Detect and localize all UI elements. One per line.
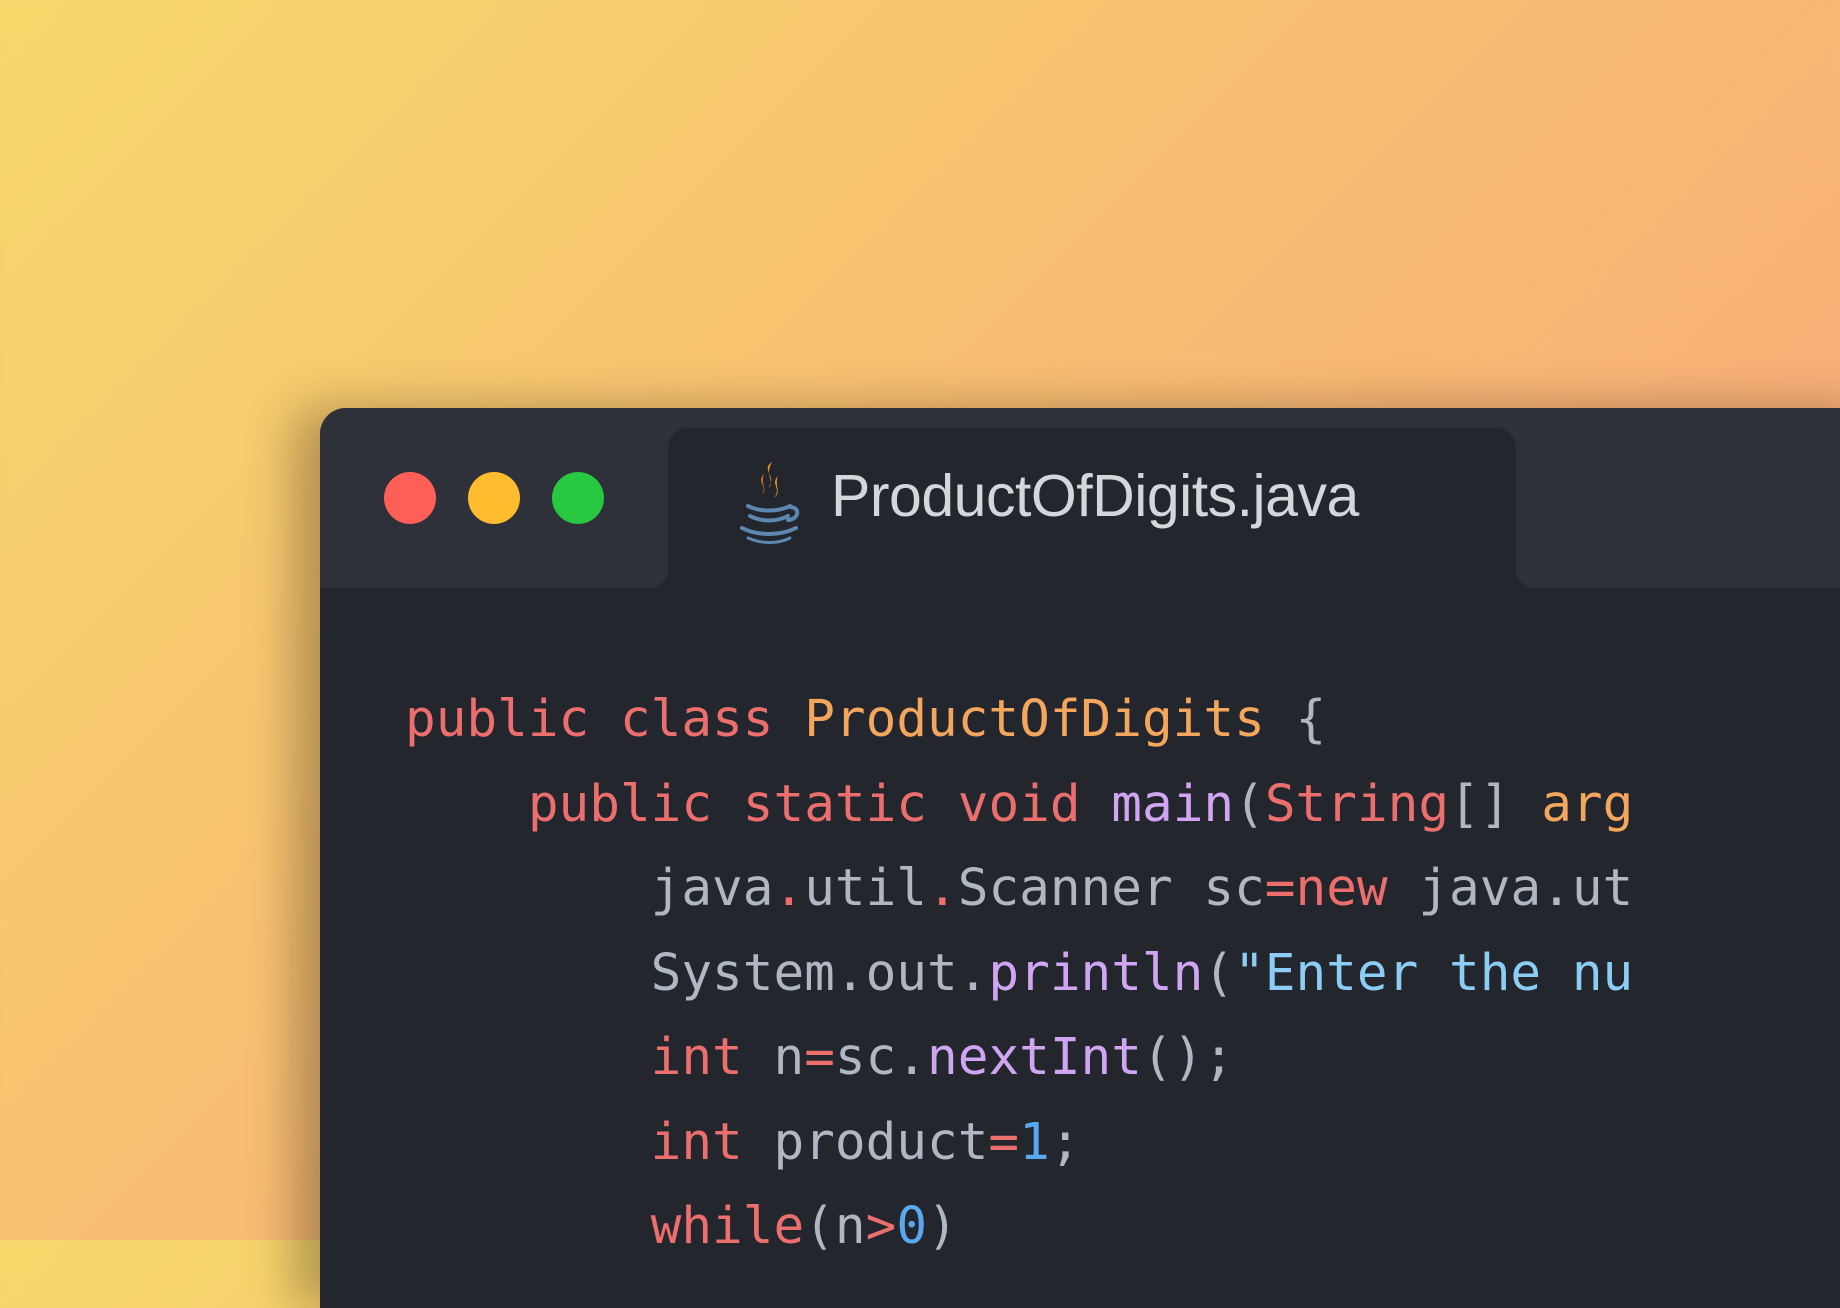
- code-token-keyword: void: [957, 774, 1081, 834]
- code-token-plain: n: [742, 1028, 805, 1087]
- code-token-keyword: int: [650, 1112, 743, 1172]
- code-token-operator: =: [988, 1112, 1020, 1172]
- code-token-keyword: public: [527, 774, 713, 834]
- code-line: int product=1;: [405, 1101, 1633, 1186]
- code-line: public static void main(String[] arg: [405, 763, 1633, 848]
- close-window-button[interactable]: [384, 472, 436, 524]
- minimize-window-button[interactable]: [468, 472, 520, 524]
- code-token-method: println: [988, 943, 1204, 1003]
- code-token-class: ProductOfDigits: [804, 690, 1265, 749]
- code-line: public class ProductOfDigits {: [405, 678, 1633, 763]
- code-token-keyword: int: [650, 1028, 743, 1087]
- code-token-plain: []: [1449, 774, 1542, 834]
- code-token-operator: .: [927, 859, 958, 918]
- code-token-operator: =: [804, 1028, 835, 1087]
- code-token-class: arg: [1541, 774, 1634, 834]
- code-token-plain: java.ut: [1387, 859, 1634, 918]
- file-tab[interactable]: ProductOfDigits.java: [648, 428, 1536, 588]
- java-coffee-cup-icon: [734, 460, 800, 546]
- maximize-window-button[interactable]: [552, 472, 604, 524]
- code-token-plain: {: [1264, 690, 1327, 749]
- code-line: java.util.Scanner sc=new java.ut: [405, 847, 1634, 932]
- code-token-operator: =: [1264, 859, 1296, 918]
- code-token-plain: (: [1234, 774, 1265, 834]
- code-token-keyword: new: [1295, 859, 1388, 918]
- code-token-string: "Enter the nu: [1234, 943, 1634, 1003]
- file-tab-title: ProductOfDigits.java: [831, 463, 1359, 529]
- code-token-keyword: static: [742, 774, 928, 834]
- code-token-method: nextInt: [927, 1028, 1142, 1087]
- code-token-plain: util: [804, 859, 928, 918]
- code-token-plain: java: [650, 859, 774, 918]
- code-token-keyword: while: [650, 1197, 805, 1256]
- code-token-plain: product: [742, 1112, 989, 1172]
- code-token-number: 1: [1019, 1112, 1050, 1172]
- code-line: while(n>0): [405, 1185, 1633, 1270]
- code-token-plain: ;: [1049, 1112, 1081, 1172]
- code-line: System.out.println("Enter the nu: [405, 932, 1634, 1017]
- code-token-plain: (n: [804, 1197, 866, 1256]
- code-token-plain: sc.: [834, 1028, 928, 1087]
- code-token-method: main: [1111, 774, 1235, 834]
- code-token-plain: ();: [1141, 1028, 1235, 1087]
- code-token-plain: ): [927, 1197, 958, 1256]
- code-token-number: 0: [896, 1197, 928, 1256]
- code-token-keyword: String: [1264, 774, 1450, 834]
- window-titlebar: ProductOfDigits.java: [320, 408, 1840, 588]
- code-token-plain: System.out.: [650, 943, 989, 1003]
- code-token-keyword: class: [619, 690, 774, 749]
- code-token-operator: .: [773, 859, 805, 918]
- code-token-operator: >: [865, 1197, 897, 1256]
- code-editor[interactable]: public class ProductOfDigits { public st…: [405, 678, 1633, 1270]
- code-window: ProductOfDigits.java public class Produc…: [320, 408, 1840, 1308]
- code-line: int n=sc.nextInt();: [405, 1016, 1633, 1101]
- code-token-plain: Scanner sc: [957, 859, 1265, 918]
- code-token-plain: (: [1203, 943, 1235, 1003]
- code-token-keyword: public: [405, 690, 590, 749]
